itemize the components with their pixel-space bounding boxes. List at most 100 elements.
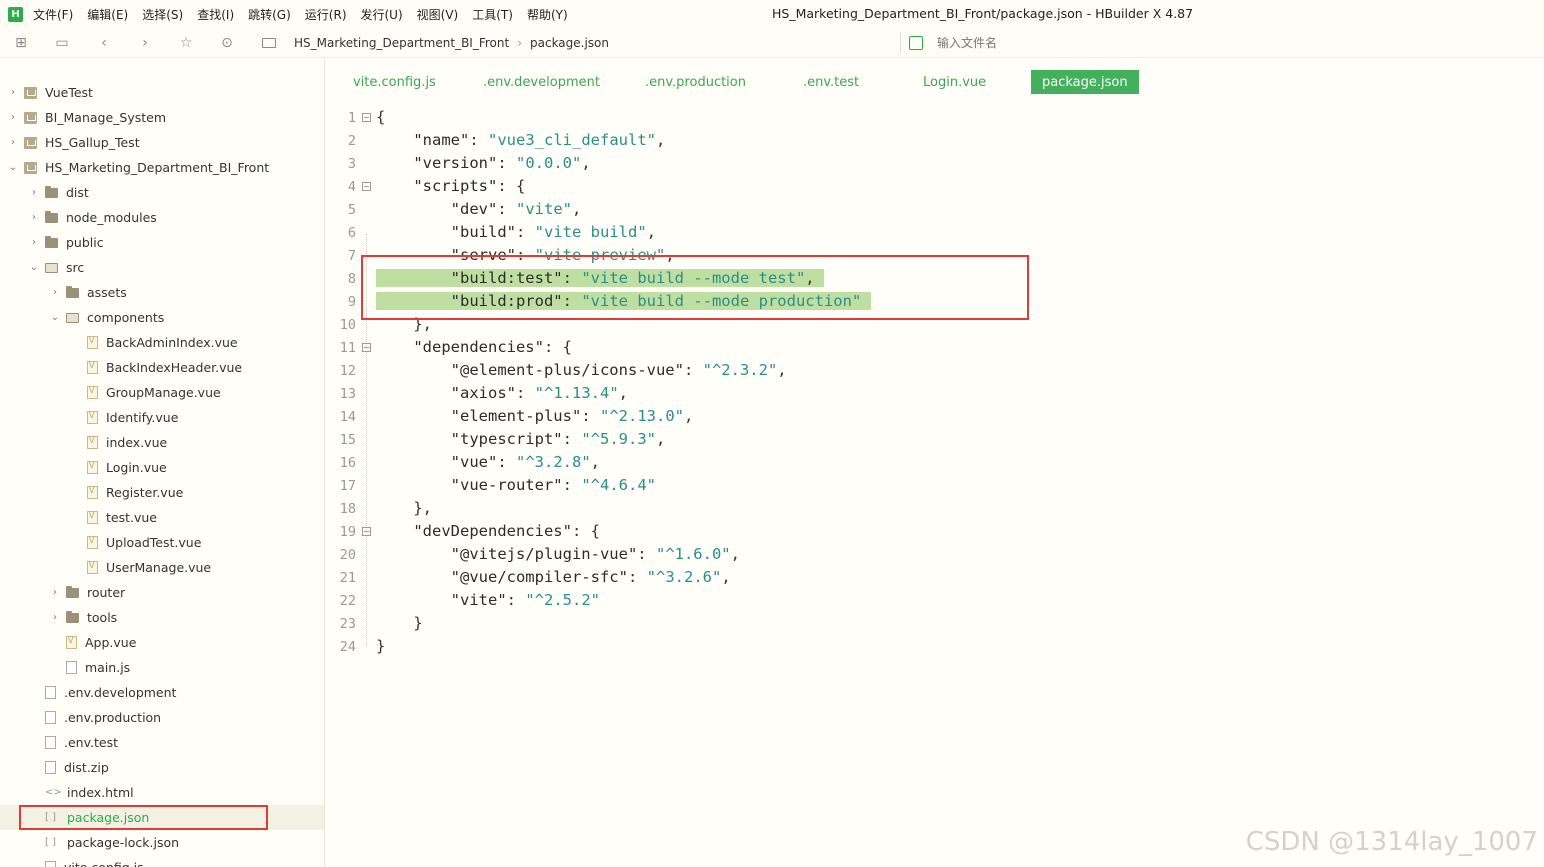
tree-item[interactable]: vite.config.js	[0, 855, 324, 867]
editor-tab[interactable]: Login.vue	[912, 70, 997, 94]
fold-toggle-icon[interactable]: −	[362, 343, 371, 352]
editor-tab[interactable]: package.json	[1031, 70, 1139, 94]
tree-item[interactable]: UploadTest.vue	[0, 530, 324, 555]
tree-item-label: BackIndexHeader.vue	[106, 360, 243, 375]
code-editor[interactable]: 1−{2 "name": "vue3_cli_default", 3 "versi…	[326, 96, 1544, 867]
code-text: "element-plus": "^2.13.0",	[450, 407, 694, 425]
line-number: 11	[339, 340, 356, 356]
menu-item[interactable]: 跳转(G)	[248, 6, 291, 23]
chevron-right-icon[interactable]: ›	[8, 137, 18, 148]
save-icon[interactable]: ▭	[53, 34, 71, 52]
tree-item[interactable]: › assets	[0, 280, 324, 305]
forward-arrow-icon[interactable]: ›	[136, 34, 154, 52]
tree-item[interactable]: ⌄ HS_Marketing_Department_BI_Front	[0, 155, 324, 180]
tree-item[interactable]: › VueTest	[0, 80, 324, 105]
tree-item[interactable]: BackIndexHeader.vue	[0, 355, 324, 380]
chevron-right-icon[interactable]: ›	[29, 187, 39, 198]
window-title: HS_Marketing_Department_BI_Front/package…	[772, 6, 1194, 21]
menu-item[interactable]: 编辑(E)	[87, 6, 128, 23]
star-icon[interactable]: ☆	[177, 34, 195, 52]
tree-item[interactable]: index.vue	[0, 430, 324, 455]
run-icon[interactable]: ⊙	[218, 34, 236, 52]
tree-item[interactable]: Identify.vue	[0, 405, 324, 430]
editor-tab[interactable]: .env.production	[634, 70, 757, 94]
editor-tab-bar: vite.config.js .env.development .env.produ…	[326, 58, 1544, 96]
fold-toggle-icon[interactable]: −	[362, 527, 371, 536]
chevron-down-icon[interactable]: ⌄	[8, 162, 18, 173]
line-number: 3	[347, 156, 356, 172]
annotation-box-build-scripts	[361, 255, 1029, 320]
html-icon: <>	[45, 787, 62, 798]
tree-item[interactable]: .env.development	[0, 680, 324, 705]
tree-item-label: HS_Marketing_Department_BI_Front	[45, 160, 270, 175]
code-line: 21 "@vue/compiler-sfc": "^3.2.6",	[326, 567, 1544, 590]
code-text: "scripts": {	[413, 177, 526, 195]
line-number: 16	[339, 455, 356, 471]
tree-item[interactable]: BackAdminIndex.vue	[0, 330, 324, 355]
chevron-right-icon[interactable]: ›	[50, 612, 60, 623]
tree-item[interactable]: dist.zip	[0, 755, 324, 780]
tree-item[interactable]: ⌄ src	[0, 255, 324, 280]
tree-item[interactable]: <> index.html	[0, 780, 324, 805]
tree-item[interactable]: GroupManage.vue	[0, 380, 324, 405]
menu-item[interactable]: 文件(F)	[33, 6, 73, 23]
chevron-down-icon[interactable]: ⌄	[29, 262, 39, 273]
tree-item[interactable]: Register.vue	[0, 480, 324, 505]
tree-item[interactable]: › node_modules	[0, 205, 324, 230]
menu-item[interactable]: 选择(S)	[142, 6, 183, 23]
line-number: 20	[339, 547, 356, 563]
tree-item[interactable]: UserManage.vue	[0, 555, 324, 580]
tree-item[interactable]: test.vue	[0, 505, 324, 530]
tree-item[interactable]: › public	[0, 230, 324, 255]
tree-item[interactable]: › HS_Gallup_Test	[0, 130, 324, 155]
tree-item[interactable]: › router	[0, 580, 324, 605]
line-number: 14	[339, 409, 356, 425]
tree-item[interactable]: .env.production	[0, 705, 324, 730]
tree-item-label: main.js	[85, 660, 131, 675]
line-number: 22	[339, 593, 356, 609]
code-text: }	[376, 614, 423, 632]
breadcrumb-separator-icon: ›	[517, 36, 522, 50]
tree-item[interactable]: › dist	[0, 180, 324, 205]
back-arrow-icon[interactable]: ‹	[95, 34, 113, 52]
chevron-right-icon[interactable]: ›	[8, 87, 18, 98]
fold-toggle-icon[interactable]: −	[362, 182, 371, 191]
menu-item[interactable]: 帮助(Y)	[527, 6, 568, 23]
folder-icon	[45, 235, 58, 248]
chevron-right-icon[interactable]: ›	[50, 287, 60, 298]
chevron-right-icon[interactable]: ›	[29, 212, 39, 223]
editor-tab[interactable]: .env.development	[472, 70, 611, 94]
code-text: "vue": "^3.2.8",	[450, 453, 601, 471]
breadcrumb-project[interactable]: HS_Marketing_Department_BI_Front	[294, 36, 509, 50]
vue-icon	[87, 536, 98, 549]
vue-icon	[87, 361, 98, 374]
breadcrumb-file[interactable]: package.json	[530, 36, 609, 50]
chevron-right-icon[interactable]: ›	[50, 587, 60, 598]
folder-icon	[45, 185, 58, 198]
chevron-down-icon[interactable]: ⌄	[50, 312, 60, 323]
editor-tab[interactable]: vite.config.js	[342, 70, 447, 94]
chevron-right-icon[interactable]: ›	[29, 237, 39, 248]
code-text: "vite": "^2.5.2"	[450, 591, 600, 609]
new-file-icon[interactable]: ⊞	[12, 34, 30, 52]
tree-item[interactable]: › BI_Manage_System	[0, 105, 324, 130]
chevron-right-icon[interactable]: ›	[8, 112, 18, 123]
editor-tab[interactable]: .env.test	[792, 70, 870, 94]
vue-icon	[87, 561, 98, 574]
menu-item[interactable]: 视图(V)	[417, 6, 459, 23]
tree-item[interactable]: › tools	[0, 605, 324, 630]
menu-item[interactable]: 运行(R)	[305, 6, 347, 23]
tree-item[interactable]: .env.test	[0, 730, 324, 755]
tree-item[interactable]: ⌄ components	[0, 305, 324, 330]
tree-item[interactable]: main.js	[0, 655, 324, 680]
project-icon	[24, 86, 37, 99]
menu-item[interactable]: 发行(U)	[361, 6, 403, 23]
fold-toggle-icon[interactable]: −	[362, 113, 371, 122]
file-search-input[interactable]	[937, 36, 1237, 50]
tree-item[interactable]: Login.vue	[0, 455, 324, 480]
tree-item-label: UploadTest.vue	[106, 535, 202, 550]
tree-item[interactable]: App.vue	[0, 630, 324, 655]
menu-item[interactable]: 查找(I)	[197, 6, 234, 23]
tree-item[interactable]: [ ] package-lock.json	[0, 830, 324, 855]
menu-item[interactable]: 工具(T)	[472, 6, 513, 23]
